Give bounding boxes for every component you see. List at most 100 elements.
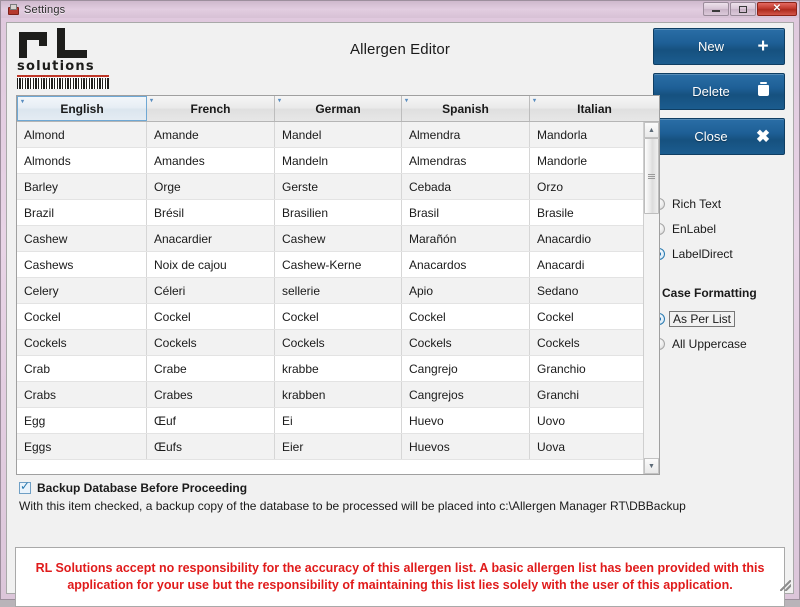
table-cell-german[interactable]: sellerie bbox=[275, 278, 402, 303]
table-cell-french[interactable]: Orge bbox=[147, 174, 275, 199]
table-cell-french[interactable]: Crabe bbox=[147, 356, 275, 381]
radio-all-uppercase[interactable]: All Uppercase bbox=[653, 331, 785, 356]
backup-checkbox[interactable] bbox=[19, 480, 31, 494]
table-cell-spanish[interactable]: Brasil bbox=[402, 200, 530, 225]
title-bar[interactable]: Settings ✕ bbox=[1, 1, 799, 18]
table-row[interactable]: Cashews Noix de cajou Cashew-Kerne Anacardo… bbox=[17, 252, 659, 278]
table-cell-english[interactable]: Brazil bbox=[17, 200, 147, 225]
table-cell-german[interactable]: Cockels bbox=[275, 330, 402, 355]
table-cell-french[interactable]: Cockels bbox=[147, 330, 275, 355]
scrollbar-track[interactable] bbox=[644, 138, 659, 458]
table-cell-english[interactable]: Eggs bbox=[17, 434, 147, 459]
table-cell-italian[interactable]: Sedano bbox=[530, 278, 659, 303]
table-cell-german[interactable]: Cashew-Kerne bbox=[275, 252, 402, 277]
table-cell-french[interactable]: Œuf bbox=[147, 408, 275, 433]
table-cell-english[interactable]: Crabs bbox=[17, 382, 147, 407]
table-cell-italian[interactable]: Cockel bbox=[530, 304, 659, 329]
radio-as-per-list[interactable]: As Per List bbox=[653, 306, 785, 331]
table-cell-french[interactable]: Crabes bbox=[147, 382, 275, 407]
minimize-button[interactable] bbox=[703, 2, 729, 16]
table-cell-english[interactable]: Cashew bbox=[17, 226, 147, 251]
maximize-button[interactable] bbox=[730, 2, 756, 16]
grid-header-german[interactable]: ▾ German bbox=[275, 96, 402, 121]
table-cell-french[interactable]: Amande bbox=[147, 122, 275, 147]
table-cell-italian[interactable]: Granchio bbox=[530, 356, 659, 381]
table-row[interactable]: Celery Céleri sellerie Apio Sedano bbox=[17, 278, 659, 304]
table-row[interactable]: Barley Orge Gerste Cebada Orzo bbox=[17, 174, 659, 200]
window-close-button[interactable]: ✕ bbox=[757, 2, 797, 16]
table-cell-german[interactable]: Gerste bbox=[275, 174, 402, 199]
table-cell-italian[interactable]: Uovo bbox=[530, 408, 659, 433]
table-row[interactable]: Brazil Brésil Brasilien Brasil Brasile bbox=[17, 200, 659, 226]
resize-grip-icon[interactable] bbox=[780, 580, 791, 591]
table-cell-italian[interactable]: Mandorle bbox=[530, 148, 659, 173]
table-cell-english[interactable]: Barley bbox=[17, 174, 147, 199]
table-row[interactable]: Crab Crabe krabbe Cangrejo Granchio bbox=[17, 356, 659, 382]
table-cell-english[interactable]: Cockels bbox=[17, 330, 147, 355]
scroll-down-button[interactable]: ▼ bbox=[644, 458, 659, 474]
new-button[interactable]: New + bbox=[653, 28, 785, 65]
table-cell-french[interactable]: Céleri bbox=[147, 278, 275, 303]
table-cell-french[interactable]: Amandes bbox=[147, 148, 275, 173]
table-cell-english[interactable]: Egg bbox=[17, 408, 147, 433]
table-row[interactable]: Almond Amande Mandel Almendra Mandorla bbox=[17, 122, 659, 148]
table-cell-italian[interactable]: Uova bbox=[530, 434, 659, 459]
grid-header-italian[interactable]: ▾ Italian bbox=[530, 96, 659, 121]
table-cell-german[interactable]: Mandel bbox=[275, 122, 402, 147]
grid-header-spanish[interactable]: ▾ Spanish bbox=[402, 96, 530, 121]
radio-labeldirect[interactable]: LabelDirect bbox=[653, 241, 785, 266]
table-cell-spanish[interactable]: Apio bbox=[402, 278, 530, 303]
table-cell-german[interactable]: Cockel bbox=[275, 304, 402, 329]
table-cell-spanish[interactable]: Huevos bbox=[402, 434, 530, 459]
table-row[interactable]: Almonds Amandes Mandeln Almendras Mandorle bbox=[17, 148, 659, 174]
table-row[interactable]: Egg Œuf Ei Huevo Uovo bbox=[17, 408, 659, 434]
table-cell-italian[interactable]: Anacardi bbox=[530, 252, 659, 277]
table-cell-english[interactable]: Crab bbox=[17, 356, 147, 381]
table-cell-spanish[interactable]: Almendras bbox=[402, 148, 530, 173]
table-cell-spanish[interactable]: Cebada bbox=[402, 174, 530, 199]
table-cell-italian[interactable]: Brasile bbox=[530, 200, 659, 225]
table-cell-english[interactable]: Almonds bbox=[17, 148, 147, 173]
table-cell-italian[interactable]: Granchi bbox=[530, 382, 659, 407]
table-cell-italian[interactable]: Mandorla bbox=[530, 122, 659, 147]
table-cell-french[interactable]: Noix de cajou bbox=[147, 252, 275, 277]
table-cell-spanish[interactable]: Cangrejo bbox=[402, 356, 530, 381]
table-cell-spanish[interactable]: Marañón bbox=[402, 226, 530, 251]
delete-button[interactable]: Delete bbox=[653, 73, 785, 110]
table-row[interactable]: Cashew Anacardier Cashew Marañón Anacardio bbox=[17, 226, 659, 252]
table-cell-english[interactable]: Almond bbox=[17, 122, 147, 147]
table-cell-italian[interactable]: Orzo bbox=[530, 174, 659, 199]
table-row[interactable]: Cockel Cockel Cockel Cockel Cockel bbox=[17, 304, 659, 330]
table-cell-english[interactable]: Cashews bbox=[17, 252, 147, 277]
table-cell-italian[interactable]: Anacardio bbox=[530, 226, 659, 251]
table-cell-german[interactable]: Mandeln bbox=[275, 148, 402, 173]
scroll-up-button[interactable]: ▲ bbox=[644, 122, 659, 138]
close-button[interactable]: Close ✖ bbox=[653, 118, 785, 155]
table-row[interactable]: Crabs Crabes krabben Cangrejos Granchi bbox=[17, 382, 659, 408]
table-cell-spanish[interactable]: Cockels bbox=[402, 330, 530, 355]
grid-header-english[interactable]: ▾ English bbox=[17, 96, 147, 121]
table-cell-french[interactable]: Anacardier bbox=[147, 226, 275, 251]
table-row[interactable]: Eggs Œufs Eier Huevos Uova bbox=[17, 434, 659, 460]
table-cell-english[interactable]: Celery bbox=[17, 278, 147, 303]
table-cell-german[interactable]: krabben bbox=[275, 382, 402, 407]
radio-rich-text[interactable]: Rich Text bbox=[653, 191, 785, 216]
table-cell-german[interactable]: krabbe bbox=[275, 356, 402, 381]
radio-enlabel[interactable]: EnLabel bbox=[653, 216, 785, 241]
table-cell-german[interactable]: Eier bbox=[275, 434, 402, 459]
table-row[interactable]: Cockels Cockels Cockels Cockels Cockels bbox=[17, 330, 659, 356]
table-cell-english[interactable]: Cockel bbox=[17, 304, 147, 329]
table-cell-french[interactable]: Cockel bbox=[147, 304, 275, 329]
scrollbar-thumb[interactable] bbox=[644, 138, 659, 214]
table-cell-spanish[interactable]: Huevo bbox=[402, 408, 530, 433]
grid-header-french[interactable]: ▾ French bbox=[147, 96, 275, 121]
table-cell-german[interactable]: Brasilien bbox=[275, 200, 402, 225]
table-cell-spanish[interactable]: Cangrejos bbox=[402, 382, 530, 407]
table-cell-italian[interactable]: Cockels bbox=[530, 330, 659, 355]
table-cell-spanish[interactable]: Anacardos bbox=[402, 252, 530, 277]
table-cell-spanish[interactable]: Cockel bbox=[402, 304, 530, 329]
table-cell-french[interactable]: Brésil bbox=[147, 200, 275, 225]
table-cell-spanish[interactable]: Almendra bbox=[402, 122, 530, 147]
table-cell-french[interactable]: Œufs bbox=[147, 434, 275, 459]
table-cell-german[interactable]: Cashew bbox=[275, 226, 402, 251]
